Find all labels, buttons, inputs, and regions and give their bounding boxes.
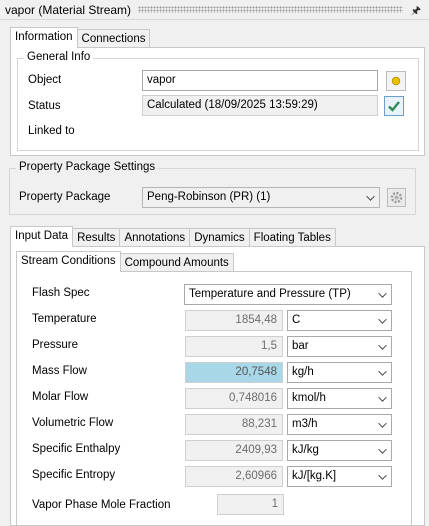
status-field: Calculated (18/09/2025 13:59:29) [142,95,378,116]
chevron-down-icon [378,445,387,454]
info-tabs: Information Connections [10,27,151,48]
pressure-label: Pressure [32,339,79,351]
tab-dynamics[interactable]: Dynamics [189,228,250,247]
volumetric-flow-unit: m3/h [292,418,318,430]
chevron-down-icon [378,289,387,298]
object-label: Object [28,74,62,86]
pressure-input[interactable]: 1,5 [185,336,283,357]
specific-enthalpy-unit: kJ/kg [292,444,319,456]
mass-flow-label: Mass Flow [32,365,87,377]
pin-icon[interactable]: 🖈 [411,2,421,21]
status-label: Status [28,100,61,112]
property-package-value: Peng-Robinson (PR) (1) [147,191,271,203]
property-package-select[interactable]: Peng-Robinson (PR) (1) [142,187,380,208]
vapor-fraction-input[interactable]: 1 [217,494,284,515]
volumetric-flow-input[interactable]: 88,231 [185,414,283,435]
input-sub-tabs: Stream Conditions Compound Amounts [16,251,234,272]
temperature-input[interactable]: 1854,48 [185,310,283,331]
mass-flow-input[interactable]: 20,7548 [185,362,283,383]
general-info-title: General Info [24,51,94,63]
tab-annotations[interactable]: Annotations [119,228,191,247]
molar-flow-unit: kmol/h [292,392,326,404]
object-input[interactable]: vapor [142,70,378,91]
specific-enthalpy-input[interactable]: 2409,93 [185,440,283,461]
linked-to-label: Linked to [28,125,75,137]
flash-spec-select[interactable]: Temperature and Pressure (TP) [184,284,392,305]
tab-stream-conditions[interactable]: Stream Conditions [16,251,121,272]
chevron-down-icon [378,367,387,376]
mass-flow-unit-select[interactable]: kg/h [287,362,392,383]
chevron-down-icon [378,471,387,480]
specific-entropy-unit: kJ/[kg.K] [292,470,337,482]
object-color-button[interactable] [386,71,406,91]
temperature-label: Temperature [32,313,97,325]
tab-compound-amounts[interactable]: Compound Amounts [119,253,234,272]
specific-entropy-unit-select[interactable]: kJ/[kg.K] [287,466,392,487]
tab-connections[interactable]: Connections [76,29,151,48]
chevron-down-icon [378,393,387,402]
molar-flow-label: Molar Flow [32,391,89,403]
vapor-fraction-label: Vapor Phase Mole Fraction [32,499,171,511]
chevron-down-icon [378,419,387,428]
mass-flow-unit: kg/h [292,366,314,378]
specific-enthalpy-unit-select[interactable]: kJ/kg [287,440,392,461]
property-package-settings-button[interactable] [387,188,406,207]
volumetric-flow-unit-select[interactable]: m3/h [287,414,392,435]
flash-spec-value: Temperature and Pressure (TP) [189,288,351,300]
data-tabs: Input Data Results Annotations Dynamics … [10,226,336,247]
window-title: vapor (Material Stream) [5,3,132,17]
property-package-label: Property Package [19,191,111,203]
window-titlebar: vapor (Material Stream) 🖈 [0,0,429,20]
color-dot-icon [391,76,401,86]
gear-icon [390,191,403,204]
titlebar-grip[interactable] [138,6,403,13]
checkmark-icon [388,101,400,112]
pressure-unit: bar [292,340,309,352]
molar-flow-unit-select[interactable]: kmol/h [287,388,392,409]
flash-spec-label: Flash Spec [32,287,90,299]
tab-results[interactable]: Results [72,228,121,247]
tab-input-data[interactable]: Input Data [10,226,74,247]
specific-enthalpy-label: Specific Enthalpy [32,443,121,455]
specific-entropy-input[interactable]: 2,60966 [185,466,283,487]
molar-flow-input[interactable]: 0,748016 [185,388,283,409]
specific-entropy-label: Specific Entropy [32,469,116,481]
temperature-unit: C [292,314,301,326]
chevron-down-icon [378,315,387,324]
status-button[interactable] [384,96,404,116]
chevron-down-icon [378,341,387,350]
volumetric-flow-label: Volumetric Flow [32,417,114,429]
property-package-title: Property Package Settings [16,161,159,173]
tab-floating-tables[interactable]: Floating Tables [248,228,336,247]
information-panel: General Info Object vapor Status Calcula… [10,47,425,156]
chevron-down-icon [366,192,375,201]
tab-information[interactable]: Information [10,27,78,48]
pressure-unit-select[interactable]: bar [287,336,392,357]
temperature-unit-select[interactable]: C [287,310,392,331]
